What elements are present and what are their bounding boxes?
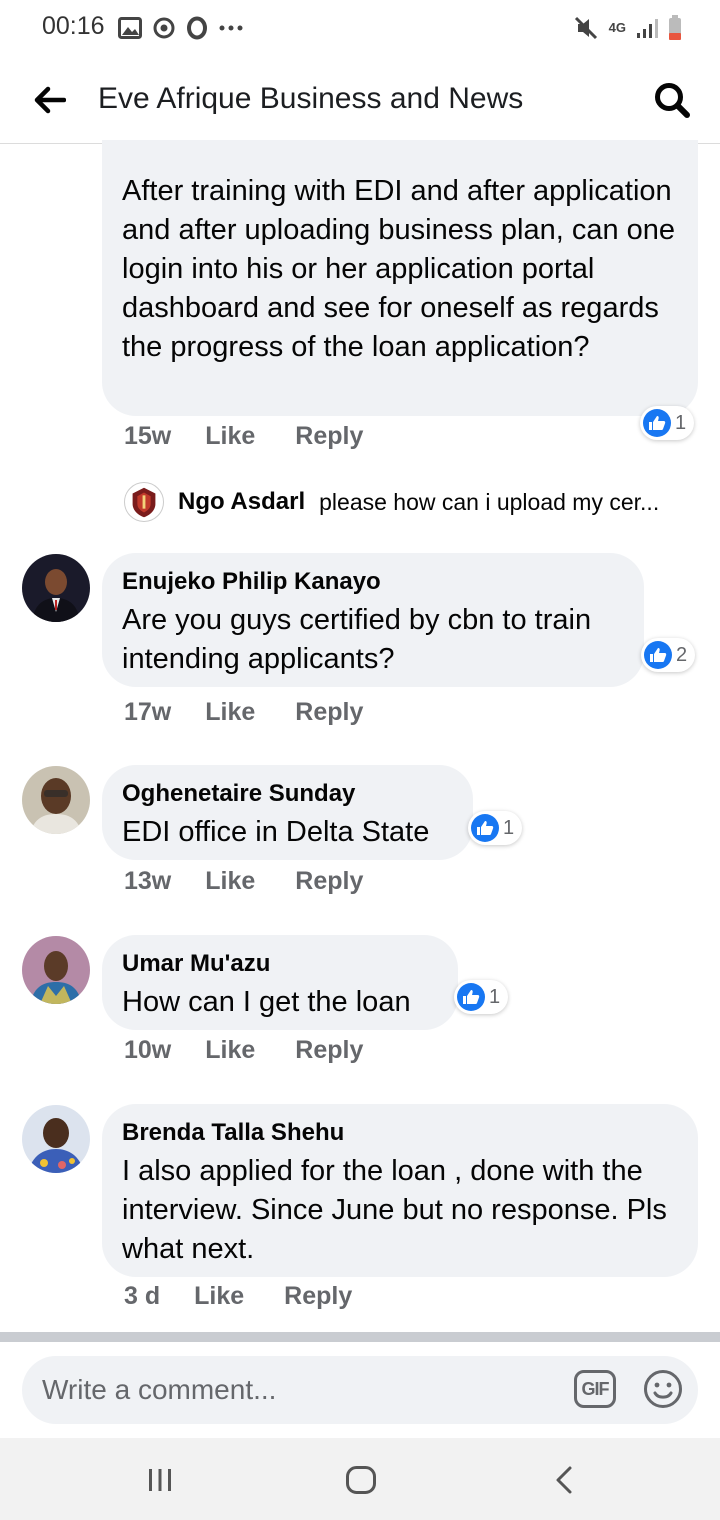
status-time: 00:16	[42, 12, 105, 40]
reply-button[interactable]: Reply	[295, 1036, 363, 1065]
avatar[interactable]	[22, 936, 90, 1004]
like-button[interactable]: Like	[205, 1036, 255, 1065]
back-button[interactable]	[30, 80, 70, 120]
comment-time[interactable]: 15w	[124, 422, 171, 451]
comment-actions: 17w Like Reply	[124, 698, 363, 727]
reaction-badge[interactable]: 1	[454, 980, 509, 1014]
home-icon	[346, 1466, 376, 1494]
search-button[interactable]	[650, 78, 694, 122]
app-header: Eve Afrique Business and News	[0, 56, 720, 144]
reaction-badge[interactable]: 2	[641, 638, 696, 672]
comment-input-placeholder: Write a comment...	[42, 1374, 277, 1405]
comment-text: EDI office in Delta State	[122, 816, 430, 848]
opera-icon	[187, 16, 207, 40]
like-reaction-icon	[644, 641, 672, 669]
comment-time[interactable]: 10w	[124, 1036, 171, 1065]
more-icon	[219, 25, 243, 31]
like-reaction-icon	[643, 409, 671, 437]
comment-bubble[interactable]: Umar Mu'azu How can I get the loan	[102, 935, 458, 1030]
reply-snippet: please how can i upload my cer...	[319, 488, 660, 515]
comment-author-name[interactable]: Umar Mu'azu	[122, 949, 438, 979]
status-bar: 00:16 4G	[0, 0, 720, 56]
page-title: Eve Afrique Business and News	[98, 82, 524, 115]
comment-bubble[interactable]: After training with EDI and after applic…	[102, 140, 698, 416]
recent-apps-button[interactable]	[140, 1460, 180, 1500]
gif-icon: GIF	[581, 1378, 610, 1399]
comment-bubble[interactable]: Enujeko Philip Kanayo Are you guys certi…	[102, 553, 644, 687]
gallery-icon	[118, 17, 142, 39]
comment-text: Are you guys certified by cbn to train i…	[122, 604, 592, 675]
back-nav-button[interactable]	[544, 1460, 584, 1500]
comment-text: I also applied for the loan , done with …	[122, 1155, 667, 1265]
reaction-count: 1	[675, 411, 687, 434]
reply-button[interactable]: Reply	[284, 1282, 352, 1311]
reaction-count: 1	[503, 816, 515, 839]
comment-actions: 15w Like Reply	[124, 422, 363, 451]
comment-time[interactable]: 3 d	[124, 1282, 160, 1311]
emoji-icon[interactable]	[642, 1368, 684, 1410]
battery-icon	[669, 15, 681, 40]
divider	[0, 1332, 720, 1342]
reply-author-name[interactable]: Ngo Asdarl	[178, 488, 305, 516]
gif-button[interactable]: GIF	[574, 1370, 616, 1408]
search-icon	[655, 83, 690, 118]
signal-icon	[637, 19, 658, 38]
recent-apps-icon	[149, 1469, 171, 1491]
reaction-count: 2	[676, 643, 688, 666]
comment-author-name[interactable]: Brenda Talla Shehu	[122, 1118, 678, 1148]
comment-time[interactable]: 13w	[124, 867, 171, 896]
mute-icon	[574, 16, 597, 40]
reply-button[interactable]: Reply	[295, 698, 363, 727]
reply-button[interactable]: Reply	[295, 422, 363, 451]
comment-bubble[interactable]: Brenda Talla Shehu I also applied for th…	[102, 1104, 698, 1277]
sync-icon	[153, 17, 175, 39]
avatar[interactable]	[22, 766, 90, 834]
like-reaction-icon	[471, 814, 499, 842]
comment-bubble[interactable]: Oghenetaire Sunday EDI office in Delta S…	[102, 765, 473, 860]
comment-actions: 10w Like Reply	[124, 1036, 363, 1065]
like-button[interactable]: Like	[205, 422, 255, 451]
avatar[interactable]	[124, 482, 164, 522]
comment-text: After training with EDI and after applic…	[122, 175, 676, 363]
comment-input[interactable]: Write a comment... GIF	[22, 1356, 698, 1424]
like-reaction-icon	[457, 983, 485, 1011]
arrow-left-icon	[34, 86, 66, 114]
like-button[interactable]: Like	[205, 698, 255, 727]
comment-time[interactable]: 17w	[124, 698, 171, 727]
like-button[interactable]: Like	[194, 1282, 244, 1311]
comment-actions: 13w Like Reply	[124, 867, 363, 896]
reply-preview[interactable]: Ngo Asdarl please how can i upload my ce…	[124, 482, 659, 522]
home-button[interactable]	[341, 1460, 381, 1500]
reaction-badge[interactable]: 1	[468, 811, 523, 845]
reaction-count: 1	[489, 985, 501, 1008]
reaction-badge[interactable]: 1	[640, 406, 695, 440]
comment-author-name[interactable]: Enujeko Philip Kanayo	[122, 567, 624, 597]
avatar[interactable]	[22, 554, 90, 622]
comment-text: How can I get the loan	[122, 986, 411, 1018]
reply-button[interactable]: Reply	[295, 867, 363, 896]
comment-author-name[interactable]: Oghenetaire Sunday	[122, 779, 453, 809]
comment-actions: 3 d Like Reply	[124, 1282, 352, 1311]
avatar[interactable]	[22, 1105, 90, 1173]
network-type-label: 4G	[608, 20, 626, 35]
system-nav-bar	[0, 1438, 720, 1520]
like-button[interactable]: Like	[205, 867, 255, 896]
chevron-left-icon	[556, 1466, 572, 1494]
comment-composer: Write a comment... GIF	[0, 1342, 720, 1438]
